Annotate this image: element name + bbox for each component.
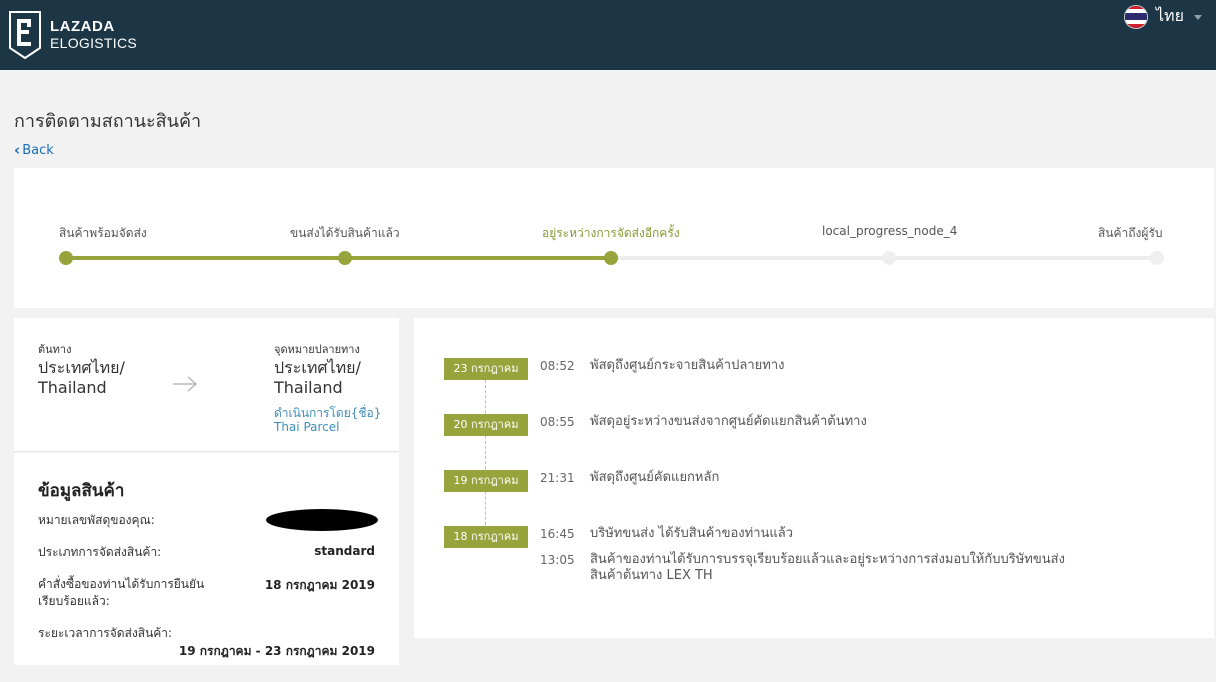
destination-country-en: Thailand bbox=[274, 378, 343, 397]
delivery-period-label: ระยะเวลาการจัดส่งสินค้า: bbox=[38, 626, 173, 640]
date-badge: 20 กรกฎาคม bbox=[444, 414, 528, 436]
step-label-received: ขนส่งได้รับสินค้าแล้ว bbox=[290, 226, 400, 240]
origin-caption: ต้นทาง bbox=[38, 343, 72, 356]
top-nav-bar: LAZADA ELOGISTICS ไทย bbox=[0, 0, 1216, 70]
delivery-type-label: ประเภทการจัดส่งสินค้า: bbox=[38, 545, 162, 559]
timeline-connector bbox=[485, 370, 486, 540]
language-selector[interactable]: ไทย bbox=[1124, 4, 1202, 29]
date-badge: 19 กรกฎาคม bbox=[444, 470, 528, 492]
page-title: การติดตามสถานะสินค้า bbox=[14, 111, 202, 132]
date-badge: 23 กรกฎาคม bbox=[444, 358, 528, 380]
progress-tracker: สินค้าพร้อมจัดส่ง ขนส่งได้รับสินค้าแล้ว … bbox=[14, 168, 1214, 308]
back-link[interactable]: ‹ Back bbox=[14, 141, 54, 159]
tracking-number-label: หมายเลขพัสดุของคุณ: bbox=[38, 513, 155, 527]
order-confirmed-label: คำสั่งซื้อของท่านได้รับการยืนยัน bbox=[38, 577, 205, 591]
event-time: 13:05 bbox=[540, 553, 575, 567]
brand-name: LAZADA bbox=[50, 18, 115, 35]
origin-country: ประเทศไทย/ bbox=[38, 358, 125, 377]
product-info-title: ข้อมูลสินค้า bbox=[38, 481, 125, 501]
destination-country: ประเทศไทย/ bbox=[274, 358, 361, 377]
event-description: พัสดุอยู่ระหว่างขนส่งจากศูนย์คัดแยกสินค้… bbox=[590, 414, 867, 429]
thailand-flag-icon bbox=[1124, 4, 1148, 29]
order-confirmed-label-2: เรียบร้อยแล้ว: bbox=[38, 594, 110, 608]
arrow-right-icon bbox=[173, 376, 198, 392]
step-label-redelivery: อยู่ระหว่างการจัดส่งอีกครั้ง bbox=[542, 226, 680, 240]
step-node-3 bbox=[604, 251, 618, 265]
product-info-panel: ข้อมูลสินค้า หมายเลขพัสดุของคุณ: ประเภทก… bbox=[14, 453, 399, 665]
event-time: 21:31 bbox=[540, 471, 575, 485]
event-description: สินค้าของท่านได้รับการบรรจุเรียบร้อยแล้ว… bbox=[590, 552, 1065, 567]
step-label-node-4: local_progress_node_4 bbox=[822, 224, 958, 238]
logo-shield-icon bbox=[9, 11, 41, 60]
language-label: ไทย bbox=[1156, 6, 1184, 25]
event-time: 08:52 bbox=[540, 359, 575, 373]
step-label-ready: สินค้าพร้อมจัดส่ง bbox=[59, 226, 147, 240]
delivery-period-value: 19 กรกฎาคม - 23 กรกฎาคม 2019 bbox=[178, 644, 375, 658]
event-description-cont: สินค้าต้นทาง LEX TH bbox=[590, 568, 713, 583]
tracking-timeline: 23 กรกฎาคม 08:52 พัสดุถึงศูนย์กระจายสินค… bbox=[414, 318, 1214, 638]
chevron-left-icon: ‹ bbox=[14, 141, 21, 159]
tracking-number-redacted bbox=[266, 509, 378, 531]
step-label-delivered: สินค้าถึงผู้รับ bbox=[1098, 226, 1163, 240]
order-confirmed-value: 18 กรกฎาคม 2019 bbox=[264, 578, 375, 592]
route-panel: ต้นทาง ประเทศไทย/ Thailand จุดหมายปลายทา… bbox=[14, 318, 399, 452]
step-node-4 bbox=[882, 251, 896, 265]
event-time: 16:45 bbox=[540, 527, 575, 541]
destination-caption: จุดหมายปลายทาง bbox=[274, 343, 360, 356]
step-node-2 bbox=[338, 251, 352, 265]
event-description: พัสดุถึงศูนย์คัดแยกหลัก bbox=[590, 470, 720, 485]
step-node-5 bbox=[1150, 251, 1164, 265]
lazada-elogistics-logo[interactable]: LAZADA ELOGISTICS bbox=[8, 10, 137, 60]
delivery-type-value: standard bbox=[314, 544, 375, 558]
step-node-1 bbox=[59, 251, 73, 265]
brand-subname: ELOGISTICS bbox=[50, 35, 138, 51]
event-time: 08:55 bbox=[540, 415, 575, 429]
event-description: พัสดุถึงศูนย์กระจายสินค้าปลายทาง bbox=[590, 358, 785, 373]
carrier-name: Thai Parcel bbox=[274, 420, 340, 434]
event-description: บริษัทขนส่ง ได้รับสินค้าของท่านแล้ว bbox=[590, 526, 794, 541]
date-badge: 18 กรกฎาคม bbox=[444, 526, 528, 548]
back-label: Back bbox=[22, 142, 54, 158]
origin-country-en: Thailand bbox=[38, 378, 107, 397]
caret-down-icon bbox=[1193, 15, 1202, 20]
